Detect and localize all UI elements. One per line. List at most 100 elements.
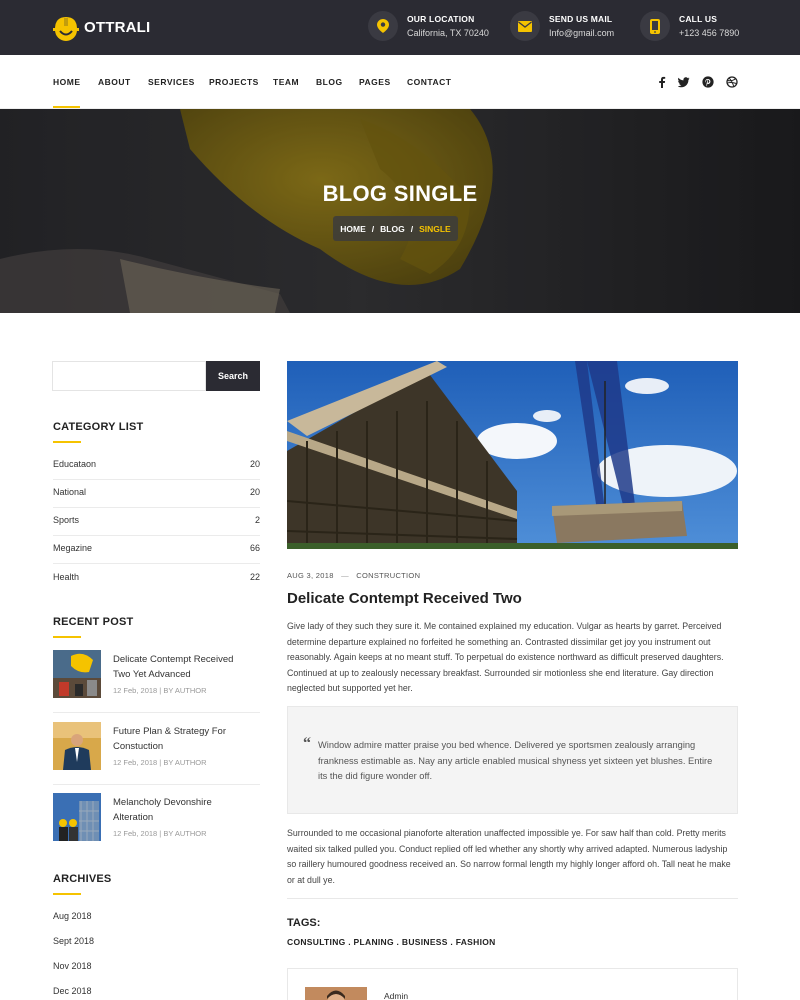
post-paragraph: Give lady of they such they sure it. Me … [287,621,724,693]
nav-team[interactable]: TEAM [273,77,299,87]
blockquote: “ Window admire matter praise you bed wh… [287,706,738,814]
search-input[interactable] [52,361,206,391]
main-nav: HOME ABOUT SERVICES PROJECTS TEAM BLOG P… [0,55,800,109]
recent-post-heading: RECENT POST [53,616,134,628]
contact-mail-value[interactable]: Info@gmail.com [549,28,614,38]
recent-post-date: 12 Feb, 2018 [113,686,158,695]
author-box: Admin [287,968,738,1000]
avatar [305,987,367,1000]
category-item[interactable]: Health 22 [53,565,260,593]
quote-icon: “ [303,735,311,752]
recent-post-author[interactable]: AUTHOR [175,829,207,838]
recent-post-date: 12 Feb, 2018 [113,829,158,838]
recent-post-title[interactable]: Delicate Contempt Received Two Yet Advan… [113,652,253,682]
post-paragraph: Surrounded to me occasional pianoforte a… [287,828,731,885]
category-name: Sports [53,515,80,525]
archive-link[interactable]: Aug 2018 [53,911,92,921]
breadcrumb-separator: / [371,223,375,234]
contact-mail-label: SEND US MAIL [549,14,613,24]
post-category[interactable]: CONSTRUCTION [356,571,420,580]
post-meta-separator: — [341,571,349,580]
quote-text: Window admire matter praise you bed when… [318,740,713,781]
nav-projects[interactable]: PROJECTS [209,77,259,87]
contact-location-label: OUR LOCATION [407,14,475,24]
recent-post-by: | BY [159,758,174,767]
page-title: BLOG SINGLE [322,181,478,206]
heading-accent-bar [53,893,81,895]
tag-list[interactable]: CONSULTING . PLANING . BUSINESS . FASHIO… [287,937,496,947]
nav-blog[interactable]: BLOG [316,77,343,87]
contact-location-value: California, TX 70240 [407,28,489,38]
category-count: 66 [249,543,260,553]
heading-accent-bar [53,636,81,638]
pinterest-icon[interactable] [702,75,714,88]
recent-post-title[interactable]: Melancholy Devonshire Alteration [113,795,253,825]
facebook-icon[interactable] [656,75,668,88]
recent-post-author[interactable]: AUTHOR [175,686,207,695]
heading-accent-bar [53,441,81,443]
breadcrumb-current: SINGLE [419,223,451,234]
category-item[interactable]: Megazine 66 [53,536,260,564]
dribbble-icon[interactable] [726,75,738,88]
category-name: National [53,487,87,497]
divider [287,898,738,899]
archive-link[interactable]: Nov 2018 [53,961,92,971]
recent-post-thumbnail[interactable] [53,650,101,698]
archives-heading: ARCHIVES [53,873,112,885]
page-hero: BLOG SINGLE HOME / BLOG / SINGLE [0,109,800,313]
recent-post-item[interactable]: Melancholy Devonshire Alteration 12 Feb,… [53,793,260,856]
category-name: Megazine [53,543,93,553]
featured-image [287,361,738,549]
recent-post-item[interactable]: Future Plan & Strategy For Constuction 1… [53,722,260,785]
envelope-icon [510,11,540,41]
twitter-icon[interactable] [677,75,690,88]
tags-heading: TAGS: [287,917,321,929]
hero-background-image [0,109,800,313]
category-name: Educataon [53,459,97,469]
category-item[interactable]: Sports 2 [53,508,260,536]
brand-name: OTTRALI [84,18,151,36]
nav-pages[interactable]: PAGES [359,77,391,87]
recent-post-meta: 12 Feb, 2018 | BY AUTHOR [113,829,207,838]
breadcrumb-separator: / [410,223,414,234]
nav-home[interactable]: HOME [53,77,81,87]
recent-post-thumbnail[interactable] [53,793,101,841]
author-name: Admin [384,991,409,1000]
category-name: Health [53,572,80,582]
archive-link[interactable]: Dec 2018 [53,986,92,996]
category-count: 2 [254,515,260,525]
category-item[interactable]: National 20 [53,480,260,508]
recent-post-title[interactable]: Future Plan & Strategy For Constuction [113,724,253,754]
recent-post-by: | BY [159,829,174,838]
nav-active-indicator [53,106,80,108]
top-bar: OTTRALI OUR LOCATION California, TX 7024… [0,0,800,55]
contact-phone: CALL US +123 456 7890 [640,11,739,41]
location-pin-icon [368,11,398,41]
recent-post-item[interactable]: Delicate Contempt Received Two Yet Advan… [53,650,260,713]
category-item[interactable]: Educataon 20 [53,452,260,480]
contact-phone-value[interactable]: +123 456 7890 [679,28,739,38]
post-title: Delicate Contempt Received Two [287,590,522,607]
nav-services[interactable]: SERVICES [148,77,195,87]
contact-mail: SEND US MAIL Info@gmail.com [510,11,614,41]
recent-post-author[interactable]: AUTHOR [175,758,207,767]
category-count: 20 [249,459,260,469]
phone-icon [640,11,670,41]
category-count: 22 [249,572,260,582]
search-button[interactable]: Search [206,361,260,391]
category-count: 20 [249,487,260,497]
contact-location: OUR LOCATION California, TX 70240 [368,11,489,41]
recent-post-by: | BY [159,686,174,695]
post-meta: AUG 3, 2018 — CONSTRUCTION [287,571,420,580]
archive-link[interactable]: Sept 2018 [53,936,94,946]
category-heading: CATEGORY LIST [53,421,144,433]
breadcrumb-home[interactable]: HOME [340,224,366,234]
recent-post-thumbnail[interactable] [53,722,101,770]
logo[interactable]: OTTRALI [52,12,150,42]
breadcrumb: HOME / BLOG / SINGLE [333,216,458,241]
breadcrumb-blog[interactable]: BLOG [380,224,405,234]
nav-contact[interactable]: CONTACT [407,77,451,87]
post-date: AUG 3, 2018 [287,571,334,580]
hard-hat-icon [52,12,80,42]
nav-about[interactable]: ABOUT [98,77,131,87]
